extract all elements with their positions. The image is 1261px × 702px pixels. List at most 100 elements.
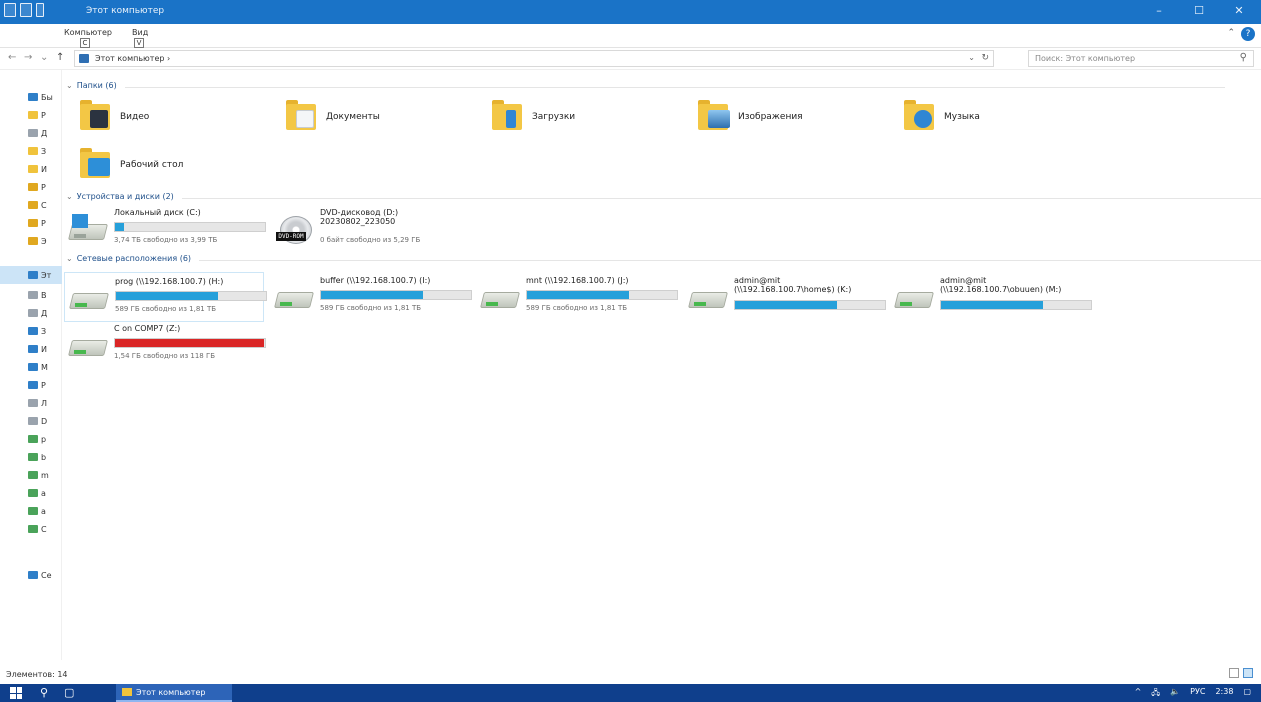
sidebar-item[interactable]: Э (28, 232, 58, 250)
network-drive-icon (28, 453, 38, 461)
customize-toolbar-icon[interactable] (36, 3, 44, 17)
volume-icon[interactable]: 🔈 (1170, 687, 1180, 701)
sidebar-item[interactable]: С (28, 196, 58, 214)
folder-icon (28, 165, 38, 173)
usage-bar-fill (321, 291, 423, 299)
network-drive-k[interactable]: admin@mit (\\192.168.100.7\home$) (K:) (684, 272, 886, 322)
properties-icon[interactable] (4, 3, 16, 17)
notifications-icon[interactable]: ▢ (1243, 687, 1251, 701)
tab-view[interactable]: Вид (132, 28, 148, 37)
sidebar-item[interactable]: a (28, 484, 58, 502)
star-icon (28, 93, 38, 101)
start-button[interactable] (10, 687, 22, 699)
details-view-button[interactable] (1229, 668, 1239, 678)
network-drive-icon (688, 284, 730, 314)
network-drive-icon (274, 284, 316, 314)
network-drive-z[interactable]: C on COMP7 (Z:) 1,54 ГБ свободно из 118 … (64, 320, 266, 370)
sidebar-item[interactable]: Р (28, 376, 58, 394)
network-drive-i[interactable]: buffer (\\192.168.100.7) (I:) 589 ГБ сво… (270, 272, 472, 322)
network-drive-m[interactable]: admin@mit (\\192.168.100.7\obuuen) (M:) (890, 272, 1092, 322)
sidebar-item[interactable]: D (28, 412, 58, 430)
forward-button[interactable]: → (24, 52, 32, 63)
network-drive-icon (28, 471, 38, 479)
music-icon (28, 363, 38, 371)
tray-chevron-icon[interactable]: ^ (1135, 687, 1142, 701)
folder-music[interactable]: Музыка (894, 92, 1094, 142)
tab-computer[interactable]: Компьютер (64, 28, 112, 37)
local-disk-icon (28, 399, 38, 407)
usage-bar (114, 338, 266, 348)
network-icon[interactable]: 🖧 (1151, 687, 1160, 701)
folder-icon (28, 201, 38, 209)
chevron-down-icon: ⌄ (66, 254, 73, 263)
collapse-ribbon-button[interactable]: ⌃ (1227, 28, 1235, 38)
sidebar-item[interactable]: И (28, 340, 58, 358)
search-icon: ⚲ (1239, 52, 1247, 63)
network-drive-h[interactable]: prog (\\192.168.100.7) (H:) 589 ГБ свобо… (64, 272, 267, 322)
images-icon (28, 345, 38, 353)
address-path[interactable]: Этот компьютер › (95, 54, 170, 63)
sidebar-item[interactable]: Д (28, 304, 58, 322)
maximize-button[interactable]: ☐ (1189, 2, 1209, 20)
network-drive-icon (28, 489, 38, 497)
sidebar-item[interactable]: М (28, 358, 58, 376)
usage-bar (734, 300, 886, 310)
sidebar-item[interactable]: Л (28, 394, 58, 412)
network-drive-j[interactable]: mnt (\\192.168.100.7) (J:) 589 ГБ свобод… (476, 272, 678, 322)
sidebar-item[interactable]: Д (28, 124, 58, 142)
folder-downloads[interactable]: Загрузки (482, 92, 682, 142)
taskbar: ⚲ ▢ Этот компьютер ^ 🖧 🔈 РУС 2:38 ▢ (0, 684, 1261, 702)
usage-bar-fill (941, 301, 1043, 309)
sidebar-item[interactable]: m (28, 466, 58, 484)
usage-bar (320, 290, 472, 300)
sidebar-item[interactable]: И (28, 160, 58, 178)
search-icon[interactable]: ⚲ (40, 686, 48, 699)
usage-bar-fill (735, 301, 837, 309)
sidebar-item-network[interactable]: Се (28, 566, 58, 584)
usage-bar (526, 290, 678, 300)
folder-documents[interactable]: Документы (276, 92, 476, 142)
language-indicator[interactable]: РУС (1190, 687, 1205, 701)
folder-video[interactable]: Видео (70, 92, 270, 142)
computer-icon (28, 271, 38, 279)
sidebar-item[interactable]: Р (28, 178, 58, 196)
recent-locations-button[interactable]: ⌄ (40, 52, 48, 63)
search-input[interactable]: Поиск: Этот компьютер ⚲ (1028, 50, 1254, 67)
tiles-view-button[interactable] (1243, 668, 1253, 678)
refresh-icon[interactable]: ↻ (981, 53, 989, 63)
sidebar-item[interactable]: p (28, 430, 58, 448)
sidebar-item-quick-access[interactable]: Бы (28, 88, 58, 106)
group-header-devices[interactable]: ⌄ Устройства и диски (2) (66, 192, 1261, 201)
music-folder-icon (904, 100, 938, 132)
sidebar-item[interactable]: Р (28, 106, 58, 124)
folder-icon (28, 129, 38, 137)
task-view-icon[interactable]: ▢ (64, 686, 74, 699)
sidebar-item[interactable]: В (28, 286, 58, 304)
drive-dvd-d[interactable]: DVD-ROM DVD-дисковод (D:) 20230802_22305… (270, 204, 470, 254)
usage-bar-fill (115, 223, 124, 231)
drive-local-c[interactable]: Локальный диск (C:) 3,74 ТБ свободно из … (64, 204, 266, 254)
back-button[interactable]: ← (8, 52, 16, 63)
up-button[interactable]: ↑ (56, 52, 64, 63)
clock[interactable]: 2:38 (1215, 687, 1233, 701)
sidebar-item-this-pc[interactable]: Эт (0, 266, 62, 284)
sidebar-item[interactable]: З (28, 142, 58, 160)
sidebar-item[interactable]: Р (28, 214, 58, 232)
folder-images[interactable]: Изображения (688, 92, 888, 142)
sidebar-item[interactable]: a (28, 502, 58, 520)
sidebar-item[interactable]: C (28, 520, 58, 538)
group-header-network[interactable]: ⌄ Сетевые расположения (6) (66, 254, 1261, 263)
sidebar-item[interactable]: З (28, 322, 58, 340)
new-folder-icon[interactable] (20, 3, 32, 17)
group-header-folders[interactable]: ⌄ Папки (6) (66, 81, 1225, 90)
folder-desktop[interactable]: Рабочий стол (70, 140, 270, 190)
keytip-view: V (134, 38, 144, 48)
taskbar-app-explorer[interactable]: Этот компьютер (116, 684, 232, 702)
minimize-button[interactable]: – (1149, 2, 1169, 20)
sidebar-item[interactable]: b (28, 448, 58, 466)
usage-bar (115, 291, 267, 301)
address-bar[interactable]: Этот компьютер › ⌄ ↻ (74, 50, 994, 67)
address-dropdown-icon[interactable]: ⌄ (968, 53, 975, 62)
help-icon[interactable]: ? (1241, 27, 1255, 41)
close-button[interactable]: ✕ (1229, 2, 1249, 20)
